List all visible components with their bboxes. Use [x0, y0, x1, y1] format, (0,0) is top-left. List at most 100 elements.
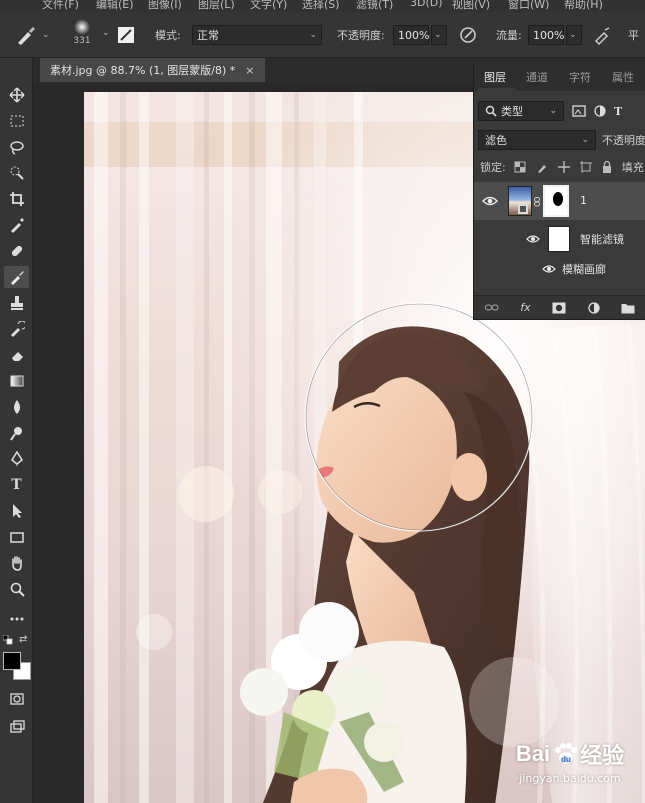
close-icon[interactable]: ×	[245, 64, 254, 77]
mode-value: 正常	[197, 29, 219, 42]
options-bar: ⌄ 331 ⌄ 模式: 正常 ⌄ 不透明度: 100% ⌄ 流量: 100% ⌄…	[0, 12, 645, 58]
eraser-tool[interactable]	[4, 344, 29, 366]
menu-3d[interactable]: 3D(D)	[410, 0, 443, 9]
gradient-tool[interactable]	[4, 370, 29, 392]
menu-edit[interactable]: 编辑(E)	[96, 0, 134, 12]
smoothing-label: 平	[628, 29, 639, 42]
fill-label: 填充	[621, 161, 644, 174]
path-select-icon	[12, 504, 22, 518]
foreground-color-swatch[interactable]	[3, 652, 21, 670]
pressure-opacity-toggle[interactable]	[458, 25, 478, 45]
add-mask-icon[interactable]	[552, 302, 566, 314]
move-icon	[9, 87, 24, 103]
brush-icon	[18, 27, 35, 45]
layer-mask-thumbnail[interactable]	[543, 185, 569, 217]
menu-image[interactable]: 图像(I)	[148, 0, 182, 12]
quick-mask-toggle[interactable]	[4, 688, 29, 710]
menu-layer[interactable]: 图层(L)	[198, 0, 235, 12]
stamp-tool[interactable]	[4, 292, 29, 314]
brush-tool-preset[interactable]: ⌄	[14, 24, 50, 46]
blur-icon	[13, 400, 20, 414]
pixel-layer-filter-icon[interactable]	[572, 105, 586, 117]
lock-transparent-icon[interactable]	[514, 161, 526, 173]
menu-type[interactable]: 文字(Y)	[250, 0, 287, 12]
quick-mask-icon	[9, 693, 24, 705]
airbrush-toggle[interactable]	[592, 25, 612, 45]
opacity-input[interactable]: 100%	[393, 25, 429, 45]
flow-value: 100%	[533, 28, 565, 42]
opacity-dropdown[interactable]: ⌄	[431, 25, 447, 45]
gradient-icon	[10, 375, 23, 387]
baidu-paw-icon: du	[555, 742, 578, 764]
link-layers-icon[interactable]	[484, 303, 499, 313]
tab-properties[interactable]: 属性	[612, 69, 634, 85]
crop-tool[interactable]	[4, 188, 29, 210]
rectangle-tool[interactable]	[4, 526, 29, 548]
layer-row[interactable]: 1	[474, 182, 645, 220]
quick-select-tool[interactable]	[4, 162, 29, 184]
lock-artboard-icon[interactable]	[579, 161, 592, 173]
dodge-tool[interactable]	[4, 422, 29, 444]
filter-kind-select[interactable]: 类型 ⌄	[478, 101, 564, 121]
type-tool[interactable]: T	[4, 474, 29, 496]
layer-name[interactable]: 1	[580, 194, 587, 207]
eye-icon[interactable]	[542, 264, 556, 274]
watermark-brand-suffix: 经验	[580, 742, 625, 768]
type-filter-icon[interactable]: T	[614, 105, 622, 118]
adjustment-layer-icon[interactable]	[588, 301, 600, 314]
document-tab[interactable]: 素材.jpg @ 88.7% (1, 图层蒙版/8) * ×	[40, 58, 265, 82]
brush-size-picker[interactable]: 331	[68, 18, 96, 46]
path-select-tool[interactable]	[4, 500, 29, 522]
eyedropper-tool[interactable]	[4, 214, 29, 236]
lasso-tool[interactable]	[4, 136, 29, 158]
filter-item-row[interactable]: 模糊画廊	[474, 255, 645, 283]
tab-channels[interactable]: 通道	[526, 69, 548, 85]
menu-view[interactable]: 视图(V)	[452, 0, 490, 12]
tab-layers[interactable]: 图层	[484, 69, 506, 85]
brush-tool[interactable]	[4, 266, 29, 288]
flow-dropdown[interactable]: ⌄	[566, 25, 582, 45]
history-brush-tool[interactable]	[4, 318, 29, 340]
new-group-icon[interactable]	[621, 302, 635, 314]
zoom-tool[interactable]	[4, 578, 29, 600]
lock-pixels-icon[interactable]	[536, 161, 548, 173]
tab-character[interactable]: 字符	[569, 69, 591, 85]
menu-window[interactable]: 窗口(W)	[508, 0, 549, 12]
chevron-down-icon[interactable]: ⌄	[102, 28, 110, 38]
baidu-jingyan-watermark: Bai du 经验 jingyan.baidu.com	[496, 730, 644, 792]
blend-mode-select[interactable]: 滤色 ⌄	[478, 130, 596, 150]
menu-select[interactable]: 选择(S)	[302, 0, 340, 12]
default-colors-icon[interactable]	[2, 634, 13, 645]
smart-filters-row[interactable]: 智能滤镜	[474, 225, 645, 253]
menu-filter[interactable]: 滤镜(T)	[356, 0, 393, 12]
hand-icon	[11, 556, 22, 571]
lock-all-icon[interactable]	[602, 161, 612, 173]
menu-help[interactable]: 帮助(H)	[564, 0, 603, 12]
brush-settings-icon	[118, 27, 134, 43]
tools-panel: T ⇄	[0, 58, 33, 803]
healing-icon	[11, 245, 22, 257]
chevron-down-icon: ⌄	[309, 30, 317, 40]
pen-tool[interactable]	[4, 448, 29, 470]
hand-tool[interactable]	[4, 552, 29, 574]
more-tools[interactable]	[4, 608, 29, 630]
lock-position-icon[interactable]	[557, 161, 570, 173]
screen-mode-toggle[interactable]	[4, 716, 29, 738]
move-tool[interactable]	[4, 84, 29, 106]
mode-select[interactable]: 正常 ⌄	[192, 25, 322, 45]
layer-opacity-label: 不透明度	[602, 134, 645, 147]
adjustment-filter-icon[interactable]	[594, 105, 606, 117]
flow-input[interactable]: 100%	[528, 25, 564, 45]
swap-colors-icon[interactable]: ⇄	[19, 634, 31, 646]
chain-link-icon[interactable]	[534, 197, 540, 207]
eye-icon[interactable]	[482, 195, 498, 207]
healing-tool[interactable]	[4, 240, 29, 262]
marquee-icon	[10, 115, 23, 127]
blur-tool[interactable]	[4, 396, 29, 418]
marquee-tool[interactable]	[4, 110, 29, 132]
menu-file[interactable]: 文件(F)	[42, 0, 79, 12]
fx-icon[interactable]: fx	[520, 301, 530, 314]
eye-icon[interactable]	[526, 234, 540, 244]
smart-filter-mask-thumbnail[interactable]	[548, 226, 570, 252]
brush-panel-toggle[interactable]	[116, 25, 136, 45]
